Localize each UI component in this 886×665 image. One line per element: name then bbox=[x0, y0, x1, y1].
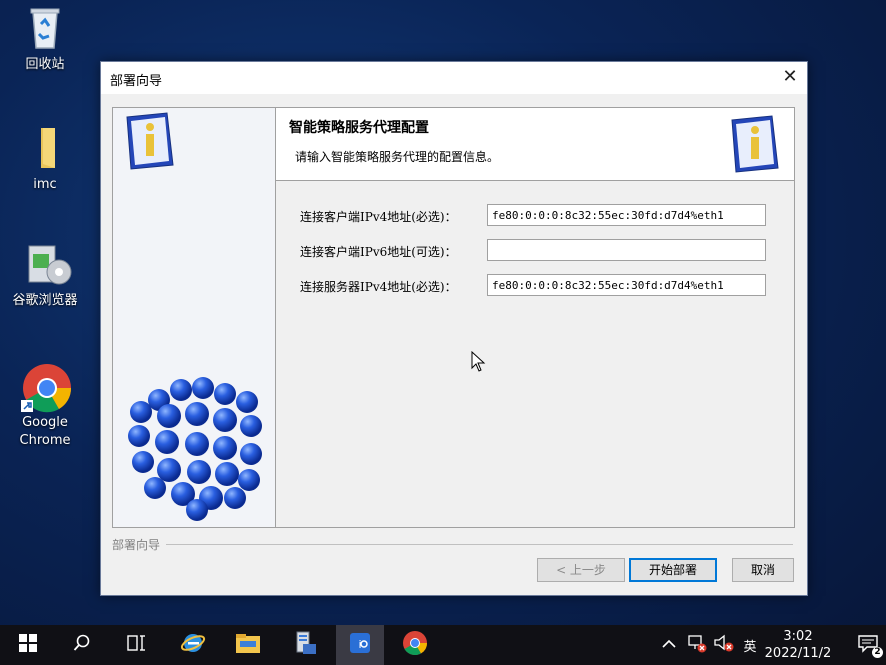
clock-date: 2022/11/2 bbox=[764, 646, 832, 661]
desktop-icon-recycle-bin[interactable]: 回收站 bbox=[5, 4, 85, 74]
file-explorer-icon bbox=[235, 632, 261, 658]
desktop-icon-google-chrome[interactable]: Google Chrome bbox=[5, 362, 85, 450]
page-subtitle: 请输入智能策略服务代理的配置信息。 bbox=[295, 150, 500, 164]
deploy-wizard-icon: i bbox=[349, 632, 371, 658]
speaker-muted-icon bbox=[713, 633, 735, 657]
action-center-button[interactable]: 2 bbox=[852, 625, 886, 665]
show-hidden-icons-button[interactable] bbox=[658, 625, 680, 665]
group-label: 部署向导 bbox=[112, 536, 167, 553]
chevron-up-icon bbox=[662, 638, 676, 653]
clock-time: 3:02 bbox=[783, 629, 813, 644]
recycle-bin-icon bbox=[21, 4, 69, 52]
deployment-wizard-dialog: 部署向导 ✕ 智能策略服务代理配置 请输入智能策略服务代理的配置信息。 连接客户… bbox=[100, 61, 808, 596]
client-ipv4-input[interactable]: fe80:0:0:0:8c32:55ec:30fd:d7d4%eth1 bbox=[487, 204, 766, 226]
desktop-icon-label: 谷歌浏览器 bbox=[12, 293, 78, 308]
close-icon[interactable]: ✕ bbox=[773, 62, 807, 94]
network-status[interactable] bbox=[685, 625, 709, 665]
taskbar-chrome[interactable] bbox=[391, 625, 439, 665]
desktop-icon-browser-installer[interactable]: 谷歌浏览器 bbox=[5, 240, 85, 310]
taskbar-deploy-wizard[interactable]: i bbox=[336, 625, 384, 665]
cancel-button[interactable]: 取消 bbox=[732, 558, 794, 582]
info-book-icon bbox=[728, 114, 784, 178]
wizard-content: 连接客户端IPv4地址(必选)： fe80:0:0:0:8c32:55ec:30… bbox=[276, 181, 794, 527]
server-manager-icon bbox=[291, 630, 317, 660]
wizard-side-panel bbox=[113, 108, 276, 527]
start-deploy-button[interactable]: 开始部署 bbox=[629, 558, 717, 582]
input-method-indicator[interactable]: 英 bbox=[738, 625, 762, 665]
internet-explorer-icon bbox=[180, 630, 206, 660]
server-ipv4-input[interactable]: fe80:0:0:0:8c32:55ec:30fd:d7d4%eth1 bbox=[487, 274, 766, 296]
folder-icon bbox=[21, 124, 69, 172]
taskbar-server-manager[interactable] bbox=[280, 625, 328, 665]
client-ipv4-label: 连接客户端IPv4地址(必选)： bbox=[300, 210, 457, 224]
wizard-header: 智能策略服务代理配置 请输入智能策略服务代理的配置信息。 bbox=[276, 108, 794, 181]
chrome-icon bbox=[21, 362, 72, 413]
taskbar: i 英 3:02 2022/11/2 2 bbox=[0, 625, 886, 665]
task-view-icon bbox=[126, 634, 146, 656]
volume-status[interactable] bbox=[712, 625, 736, 665]
installer-icon bbox=[21, 240, 72, 288]
search-button[interactable] bbox=[58, 625, 106, 665]
group-divider bbox=[112, 544, 793, 545]
notification-count-badge: 2 bbox=[872, 647, 883, 658]
task-view-button[interactable] bbox=[112, 625, 160, 665]
notification-icon: 2 bbox=[857, 634, 883, 658]
windows-logo-icon bbox=[19, 634, 37, 656]
taskbar-ie[interactable] bbox=[169, 625, 217, 665]
taskbar-clock[interactable]: 3:02 2022/11/2 bbox=[763, 628, 833, 662]
desktop-icon-label: Google Chrome bbox=[19, 415, 71, 448]
client-ipv6-input[interactable] bbox=[487, 239, 766, 261]
dialog-titlebar[interactable]: 部署向导 ✕ bbox=[101, 62, 807, 94]
start-button[interactable] bbox=[4, 625, 52, 665]
dialog-title: 部署向导 bbox=[110, 74, 163, 89]
mouse-cursor-icon bbox=[471, 350, 487, 377]
desktop-icon-imc[interactable]: imc bbox=[5, 124, 85, 194]
desktop-icon-label: imc bbox=[33, 177, 57, 192]
page-title: 智能策略服务代理配置 bbox=[289, 120, 429, 136]
chrome-icon bbox=[402, 630, 428, 660]
taskbar-file-explorer[interactable] bbox=[224, 625, 272, 665]
wizard-frame: 智能策略服务代理配置 请输入智能策略服务代理的配置信息。 连接客户端IPv4地址… bbox=[112, 107, 795, 528]
molecule-graphic bbox=[121, 370, 271, 529]
search-icon bbox=[73, 634, 91, 656]
server-ipv4-label: 连接服务器IPv4地址(必选)： bbox=[300, 280, 457, 294]
info-book-icon bbox=[123, 111, 179, 175]
network-disconnected-icon bbox=[686, 633, 708, 657]
desktop-icon-label: 回收站 bbox=[25, 57, 65, 72]
client-ipv6-label: 连接客户端IPv6地址(可选)： bbox=[300, 245, 457, 259]
prev-button[interactable]: < 上一步 bbox=[537, 558, 625, 582]
